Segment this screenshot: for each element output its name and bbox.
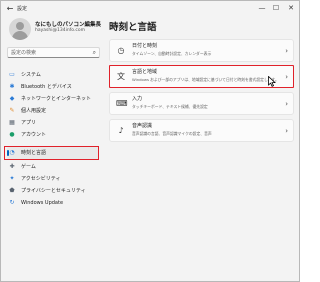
update-icon: ↻ [9,199,15,206]
maximize-button[interactable]: ☐ [269,3,283,13]
sidebar-item-system[interactable]: ▭ システム [7,69,99,81]
sidebar-item-bluetooth[interactable]: ✱ Bluetooth とデバイス [7,81,99,93]
accessibility-icon: ✦ [9,175,15,182]
close-button[interactable]: ✕ [284,3,298,13]
microphone-icon: ♪ [118,126,124,135]
sidebar-item-accessibility[interactable]: ✦ アクセシビリティ [7,173,99,185]
gamepad-icon: ✚ [9,163,15,170]
card-description: タイムゾーン、自動時計設定、カレンダー表示 [132,51,212,56]
sidebar-item-windows-update[interactable]: ↻ Windows Update [7,197,99,209]
apps-icon: ▦ [9,119,15,126]
search-icon: ⌕ [92,49,96,56]
sidebar-item-network[interactable]: ◆ ネットワークとインターネット [7,93,99,105]
sidebar-item-personalization[interactable]: ✎ 個人用設定 [7,105,99,117]
search-placeholder: 設定の検索 [11,50,37,56]
sidebar-item-label: アクセシビリティ [21,176,61,182]
sidebar-item-label: システム [21,72,41,78]
wifi-icon: ◆ [9,95,15,102]
chevron-right-icon: › [285,100,288,108]
sidebar-item-accounts[interactable]: ● アカウント [7,129,99,141]
page-title: 時刻と言語 [109,22,157,33]
card-highlight-box [109,65,294,88]
sidebar-item-label: Bluetooth とデバイス [21,84,72,90]
chevron-right-icon: › [285,47,288,55]
sidebar-item-privacy[interactable]: ⬟ プライバシーとセキュリティ [7,185,99,197]
card-date-time[interactable]: ◷ 日付と時刻 タイムゾーン、自動時計設定、カレンダー表示 › [109,39,294,62]
minimize-button[interactable]: — [255,3,269,13]
sidebar-item-label: プライバシーとセキュリティ [21,188,86,194]
sidebar-item-label: ゲーム [21,164,36,170]
sidebar-item-label: アカウント [21,132,47,138]
settings-window: ← 設定 — ☐ ✕ なにもしのパソコン編集長 hayashi@134info.… [0,0,300,282]
chevron-right-icon: › [285,127,288,135]
sidebar-item-label: Windows Update [21,200,64,206]
card-title: 音声認識 [132,123,153,129]
search-input[interactable]: 設定の検索 ⌕ [7,47,100,58]
keyboard-icon: ⌨ [116,99,128,108]
card-typing[interactable]: ⌨ 入力 タッチキーボード、テキスト候補、優先設定 › [109,92,294,115]
card-speech[interactable]: ♪ 音声認識 音声認識の言語、音声認識マイクの設定、音声 › [109,119,294,142]
card-description: 音声認識の言語、音声認識マイクの設定、音声 [132,131,212,136]
clock-icon: ◷ [117,46,125,55]
card-description: タッチキーボード、テキスト候補、優先設定 [132,104,208,109]
shield-icon: ⬟ [9,187,15,194]
mouse-cursor-icon [268,76,276,87]
sidebar-item-label: アプリ [21,120,37,126]
user-email: hayashi@134info.com [35,28,85,33]
selection-highlight-box [4,146,99,160]
card-title: 入力 [132,96,143,102]
monitor-icon: ▭ [9,71,15,78]
paintbrush-icon: ✎ [9,107,15,114]
sidebar-item-gaming[interactable]: ✚ ゲーム [7,161,99,173]
avatar[interactable] [9,18,31,40]
sidebar-item-label: ネットワークとインターネット [21,96,92,102]
window-title: 設定 [17,6,28,12]
card-title: 日付と時刻 [132,43,158,49]
bluetooth-icon: ✱ [9,83,15,90]
sidebar-item-label: 個人用設定 [21,108,47,114]
user-name: なにもしのパソコン編集長 [35,22,102,28]
title-bar: ← 設定 — ☐ ✕ [1,1,299,17]
sidebar-item-apps[interactable]: ▦ アプリ [7,117,99,129]
back-arrow-icon[interactable]: ← [5,4,15,14]
person-icon: ● [9,131,15,138]
